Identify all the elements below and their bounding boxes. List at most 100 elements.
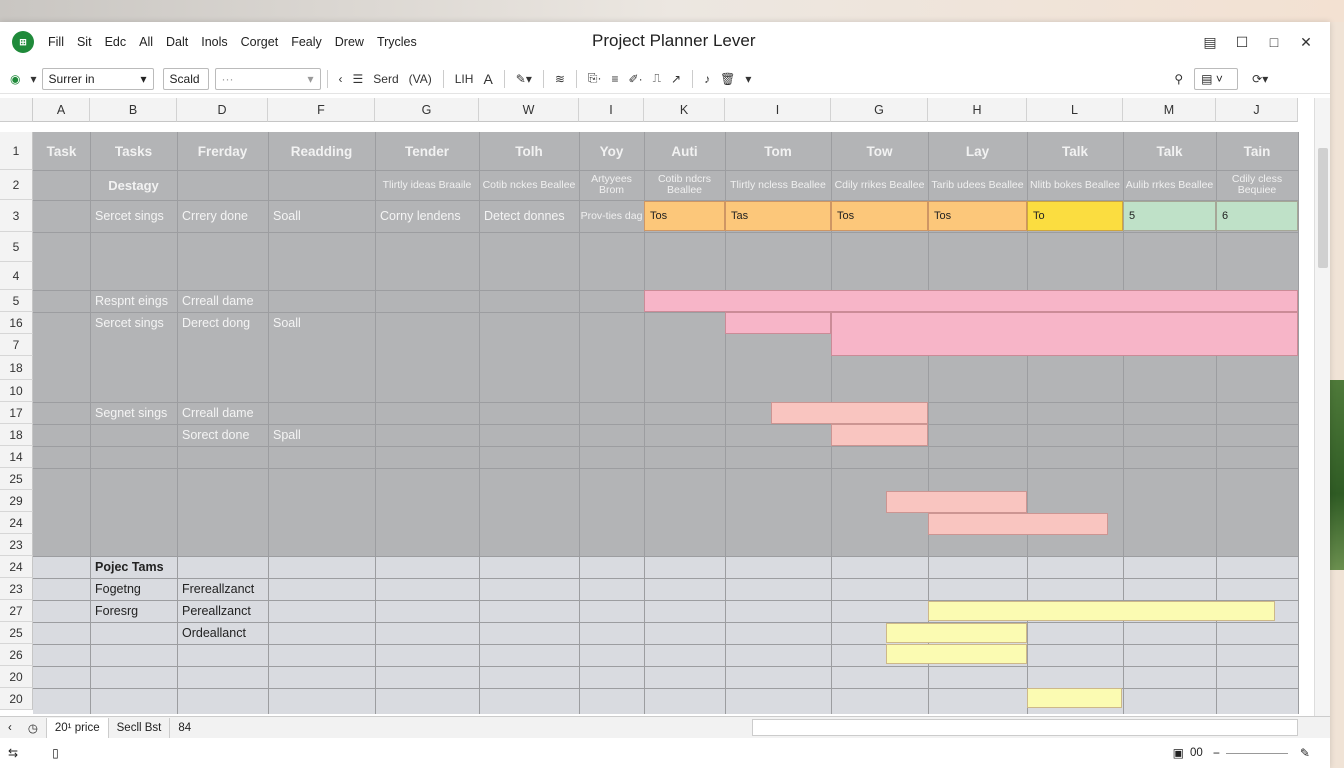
row-header[interactable]: 25	[0, 622, 33, 644]
header-cell[interactable]: Talk	[1027, 132, 1123, 170]
menu-item[interactable]: Corget	[241, 35, 279, 49]
cell[interactable]: Cdily rrikes Beallee	[831, 170, 928, 200]
chevron-down-icon[interactable]: ▾	[745, 72, 751, 86]
va-label[interactable]: (VA)	[409, 72, 432, 86]
select-all-corner[interactable]	[0, 98, 33, 122]
column-header[interactable]: W	[479, 98, 579, 122]
cell[interactable]: Foresrg	[90, 600, 177, 622]
prev-sheet-icon[interactable]: ‹	[0, 718, 20, 738]
menu-item[interactable]: Edc	[105, 35, 127, 49]
column-header[interactable]: G	[375, 98, 479, 122]
timeline-bar[interactable]: 5	[1123, 201, 1216, 231]
settings-icon[interactable]: ⟳▾	[1252, 72, 1268, 86]
cell[interactable]: Tarib udees Beallee	[928, 170, 1027, 200]
cell[interactable]: Prov-ties dag	[579, 200, 644, 232]
column-header[interactable]: J	[1216, 98, 1298, 122]
cell[interactable]: Aulib rrkes Beallee	[1123, 170, 1216, 200]
zoom-pen-icon[interactable]: ✎	[1300, 746, 1310, 760]
key-icon[interactable]: ⚲	[1174, 72, 1183, 86]
cell[interactable]: Cotib nckes Beallee	[479, 170, 579, 200]
restore-icon[interactable]: ☐	[1232, 32, 1252, 52]
row-header[interactable]: 7	[0, 334, 33, 356]
timeline-bar[interactable]	[725, 312, 831, 334]
column-header[interactable]: B	[90, 98, 177, 122]
row-header[interactable]: 16	[0, 312, 33, 334]
header-cell[interactable]: Readding	[268, 132, 375, 170]
menu-item[interactable]: All	[139, 35, 153, 49]
timeline-bar[interactable]	[771, 402, 928, 424]
header-cell[interactable]: Talk	[1123, 132, 1216, 170]
column-header[interactable]: D	[177, 98, 268, 122]
column-header[interactable]: A	[33, 98, 90, 122]
zoom-icon[interactable]: ▣	[1173, 746, 1184, 760]
zoom-slider[interactable]	[1225, 752, 1288, 754]
timeline-bar[interactable]: Tas	[725, 201, 831, 231]
row-header[interactable]: 20	[0, 688, 33, 710]
cell[interactable]: Tlirtly ncless Beallee	[725, 170, 831, 200]
edit-icon[interactable]: ✐·	[629, 72, 643, 86]
cell[interactable]: Spall	[268, 424, 375, 446]
close-icon[interactable]: ✕	[1296, 32, 1316, 52]
lih-label[interactable]: LIH	[455, 72, 474, 86]
row-header[interactable]: 23	[0, 534, 33, 556]
font-select[interactable]: Surrer in ▾	[41, 67, 154, 90]
header-cell[interactable]: Tolh	[479, 132, 579, 170]
timeline-bar[interactable]: Tos	[831, 201, 928, 231]
row-header[interactable]: 27	[0, 600, 33, 622]
header-cell[interactable]: Task	[33, 132, 90, 170]
scroll-thumb[interactable]	[1318, 148, 1328, 268]
row-header[interactable]: 29	[0, 490, 33, 512]
row-header[interactable]: 18	[0, 424, 33, 446]
menu-item[interactable]: Dalt	[166, 35, 188, 49]
font-color-button[interactable]: A	[483, 71, 492, 87]
audio-icon[interactable]: ♪	[704, 72, 710, 86]
column-header[interactable]: M	[1123, 98, 1216, 122]
layers-icon[interactable]: ≋	[555, 72, 565, 86]
header-cell[interactable]: Tain	[1216, 132, 1298, 170]
row-header[interactable]: 24	[0, 512, 33, 534]
header-cell[interactable]: Lay	[928, 132, 1027, 170]
timeline-bar[interactable]	[928, 513, 1108, 535]
cell[interactable]: Sercet sings	[90, 312, 177, 334]
back-icon[interactable]: ‹	[339, 72, 343, 86]
timeline-bar[interactable]	[928, 601, 1275, 621]
layout-icon[interactable]: ⇆	[8, 746, 18, 760]
bookmark-icon[interactable]: ⎍	[653, 71, 661, 86]
row-header[interactable]: 2	[0, 170, 33, 200]
timeline-bar[interactable]	[886, 491, 1027, 513]
size-select[interactable]: Scald	[162, 67, 209, 90]
menu-item[interactable]: Drew	[335, 35, 364, 49]
cell[interactable]: Sorect done	[177, 424, 268, 446]
cell[interactable]: Detect donnes	[479, 200, 579, 232]
header-cell[interactable]: Tow	[831, 132, 928, 170]
header-cell[interactable]: Auti	[644, 132, 725, 170]
timeline-bar[interactable]	[1027, 688, 1122, 708]
doc-icon[interactable]: ▤	[1200, 32, 1220, 52]
timeline-bar[interactable]	[886, 623, 1027, 643]
zoom-minus-icon[interactable]: −	[1213, 746, 1220, 760]
align-icon[interactable]: ≡	[612, 72, 619, 86]
clipboard-icon[interactable]: ⎘·	[588, 71, 602, 86]
cell[interactable]: Ordeallanct	[177, 622, 268, 644]
menu-item[interactable]: Sit	[77, 35, 92, 49]
timeline-bar[interactable]: Tos	[928, 201, 1027, 231]
cell[interactable]: Corny lendens	[375, 200, 479, 232]
section-title[interactable]: Pojec Tams	[90, 556, 177, 578]
vertical-scrollbar[interactable]	[1314, 98, 1330, 718]
cell[interactable]: Sercet sings	[90, 200, 177, 232]
header-cell[interactable]: Tender	[375, 132, 479, 170]
column-header[interactable]: I	[579, 98, 644, 122]
cell[interactable]: Soall	[268, 200, 375, 232]
row-header[interactable]: 17	[0, 402, 33, 424]
timeline-bar[interactable]	[886, 644, 1027, 664]
view-select[interactable]: ▤ ˅	[1194, 67, 1239, 90]
arrow-icon[interactable]: ↗	[671, 72, 681, 86]
cell[interactable]: Cotib ndcrs Beallee	[644, 170, 725, 200]
history-icon[interactable]: ◷	[20, 717, 47, 738]
chevron-down-icon[interactable]: ▾	[30, 72, 36, 86]
cell[interactable]: Pereallzanct	[177, 600, 268, 622]
cell[interactable]: Derect dong	[177, 312, 268, 334]
column-header[interactable]: L	[1027, 98, 1123, 122]
sheet-tab[interactable]: 20¹ price	[46, 717, 109, 738]
header-cell[interactable]: Yoy	[579, 132, 644, 170]
